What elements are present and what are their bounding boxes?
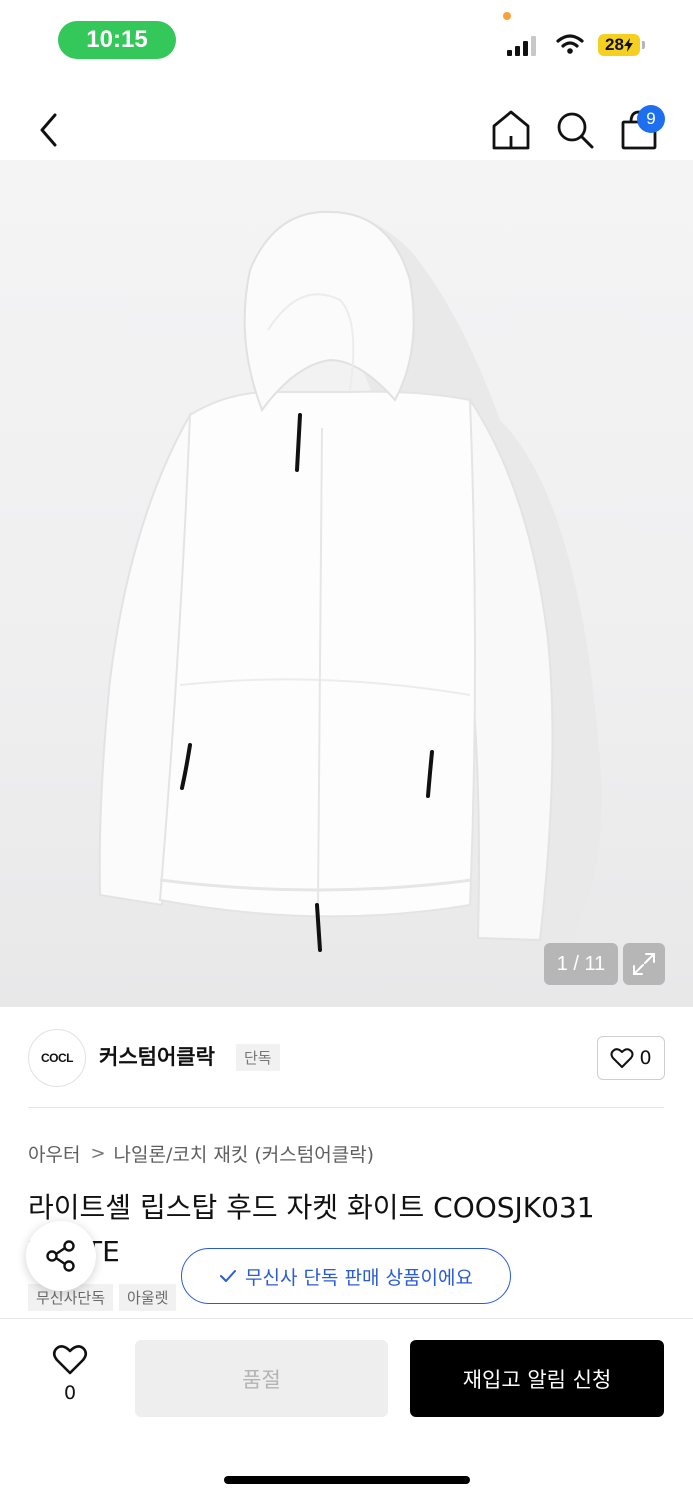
privacy-indicator-dot bbox=[503, 12, 511, 20]
battery-cap bbox=[642, 41, 645, 49]
battery-level: 28 bbox=[605, 35, 624, 54]
sold-out-button: 품절 bbox=[135, 1340, 388, 1417]
status-time: 10:15 bbox=[58, 21, 176, 59]
image-counter: 1 / 11 bbox=[544, 943, 618, 985]
heart-icon bbox=[610, 1048, 634, 1068]
exclusive-tag: 단독 bbox=[236, 1044, 280, 1071]
charging-bolt-icon bbox=[623, 38, 633, 52]
cart-count-badge: 9 bbox=[637, 105, 665, 133]
cellular-signal-icon bbox=[507, 34, 536, 56]
expand-image-button[interactable] bbox=[623, 943, 665, 985]
share-icon bbox=[46, 1240, 75, 1272]
breadcrumb-item-outer[interactable]: 아우터 bbox=[28, 1140, 80, 1167]
brand-logo[interactable]: COCL bbox=[28, 1029, 86, 1087]
product-like-button[interactable]: 0 bbox=[40, 1344, 100, 1414]
brand-like-count: 0 bbox=[639, 1047, 652, 1069]
product-image[interactable] bbox=[0, 160, 693, 1007]
heart-icon bbox=[52, 1345, 88, 1375]
breadcrumb-item-category[interactable]: 나일론/코치 재킷 (커스텀어클락) bbox=[114, 1140, 375, 1167]
restock-alert-button[interactable]: 재입고 알림 신청 bbox=[410, 1340, 664, 1417]
share-button[interactable] bbox=[26, 1221, 96, 1291]
home-button[interactable] bbox=[490, 108, 532, 156]
battery-indicator: 28 bbox=[598, 34, 640, 56]
home-icon bbox=[492, 110, 530, 150]
search-button[interactable] bbox=[554, 108, 596, 156]
chevron-left-icon bbox=[40, 113, 57, 147]
tag-outlet: 아울렛 bbox=[119, 1284, 177, 1311]
brand-name[interactable]: 커스텀어클락 bbox=[99, 1041, 215, 1071]
jacket-photo bbox=[98, 210, 602, 960]
back-button[interactable] bbox=[34, 110, 64, 154]
brand-like-button[interactable]: 0 bbox=[597, 1036, 665, 1080]
product-like-count: 0 bbox=[63, 1382, 77, 1404]
wifi-icon bbox=[556, 33, 584, 59]
toast-message: 무신사 단독 판매 상품이에요 bbox=[245, 1266, 473, 1289]
check-icon bbox=[220, 1270, 237, 1282]
breadcrumb: 아우터 > 나일론/코치 재킷 (커스텀어클락) bbox=[28, 1140, 374, 1167]
expand-icon bbox=[633, 953, 655, 975]
chevron-right-icon: > bbox=[90, 1143, 106, 1164]
divider bbox=[28, 1107, 664, 1108]
home-indicator bbox=[224, 1476, 470, 1484]
exclusive-toast: 무신사 단독 판매 상품이에요 bbox=[181, 1248, 511, 1304]
bottom-bar-divider bbox=[0, 1318, 693, 1319]
search-icon bbox=[557, 112, 594, 149]
